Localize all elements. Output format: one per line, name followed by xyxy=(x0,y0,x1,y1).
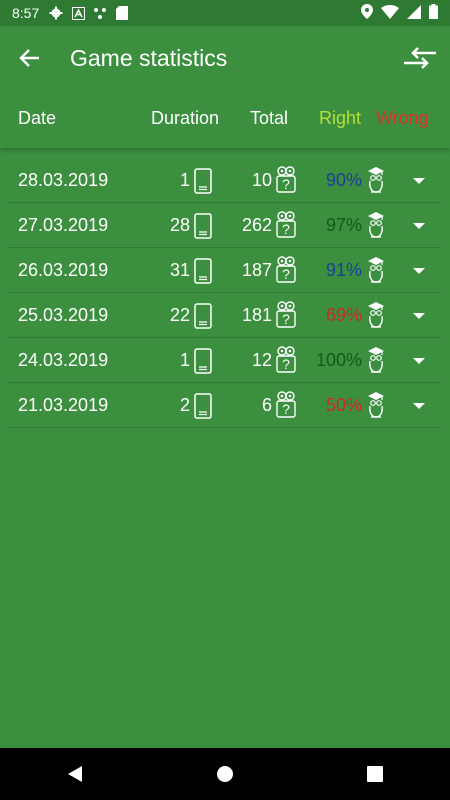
row-date: 26.03.2019 xyxy=(18,260,109,280)
row-date: 24.03.2019 xyxy=(18,350,109,370)
dots-icon xyxy=(93,6,107,20)
nav-bar xyxy=(0,748,450,800)
graduate-icon xyxy=(365,256,387,289)
signal-icon xyxy=(407,4,421,22)
triangle-back-icon xyxy=(68,766,82,782)
location-icon xyxy=(361,4,373,22)
swap-arrows-icon xyxy=(404,47,436,69)
app-bar: Game statistics xyxy=(0,26,450,90)
duration-icon xyxy=(194,348,212,379)
duration-icon xyxy=(194,393,212,424)
question-owl-icon: ? xyxy=(275,346,297,379)
row-percent: 50% xyxy=(325,395,362,415)
duration-icon xyxy=(194,303,212,334)
stats-list: 28.03.2019 1 10? 90% 27.03.2019 28 262? 97% 26.0… xyxy=(8,158,441,428)
duration-icon xyxy=(194,258,212,289)
duration-icon xyxy=(194,168,212,199)
graduate-icon xyxy=(365,166,387,199)
graduate-icon xyxy=(365,346,387,379)
question-owl-icon: ? xyxy=(275,391,297,424)
circle-home-icon xyxy=(217,766,233,782)
font-icon xyxy=(71,6,85,20)
status-bar: 8:57 xyxy=(0,0,450,26)
row-percent: 100% xyxy=(315,350,362,370)
svg-text:?: ? xyxy=(282,176,290,192)
expand-chevron-icon[interactable] xyxy=(408,305,430,327)
row-total: 187 xyxy=(241,260,272,280)
row-duration: 22 xyxy=(169,305,190,325)
question-owl-icon: ? xyxy=(275,211,297,244)
row-date: 21.03.2019 xyxy=(18,395,109,415)
row-total: 181 xyxy=(241,305,272,325)
graduate-icon xyxy=(365,301,387,334)
row-total: 10 xyxy=(251,170,272,190)
back-button[interactable] xyxy=(0,26,60,90)
question-owl-icon: ? xyxy=(275,256,297,289)
svg-text:?: ? xyxy=(282,401,290,417)
expand-chevron-icon[interactable] xyxy=(408,350,430,372)
stats-row[interactable]: 24.03.2019 1 12? 100% xyxy=(8,338,441,383)
stats-row[interactable]: 25.03.2019 22 181? 69% xyxy=(8,293,441,338)
svg-text:?: ? xyxy=(282,221,290,237)
header-date[interactable]: Date xyxy=(18,108,56,129)
header-total[interactable]: Total xyxy=(250,108,288,129)
nav-back-button[interactable] xyxy=(50,749,100,799)
stats-row[interactable]: 28.03.2019 1 10? 90% xyxy=(8,158,441,203)
row-date: 28.03.2019 xyxy=(18,170,109,190)
row-percent: 97% xyxy=(325,215,362,235)
expand-chevron-icon[interactable] xyxy=(408,170,430,192)
row-percent: 90% xyxy=(325,170,362,190)
row-date: 25.03.2019 xyxy=(18,305,109,325)
row-duration: 28 xyxy=(169,215,190,235)
row-duration: 1 xyxy=(179,170,190,190)
header-right[interactable]: Right xyxy=(319,108,361,129)
row-duration: 31 xyxy=(169,260,190,280)
expand-chevron-icon[interactable] xyxy=(408,395,430,417)
sd-card-icon xyxy=(115,6,129,20)
settings-icon xyxy=(49,6,63,20)
battery-icon xyxy=(429,4,438,22)
header-wrong[interactable]: Wrong xyxy=(376,108,429,129)
duration-icon xyxy=(194,213,212,244)
row-duration: 1 xyxy=(179,350,190,370)
svg-text:?: ? xyxy=(282,356,290,372)
row-percent: 91% xyxy=(325,260,362,280)
stats-row[interactable]: 27.03.2019 28 262? 97% xyxy=(8,203,441,248)
question-owl-icon: ? xyxy=(275,166,297,199)
graduate-icon xyxy=(365,391,387,424)
arrow-left-icon xyxy=(19,49,39,67)
status-time: 8:57 xyxy=(12,5,40,21)
stats-row[interactable]: 26.03.2019 31 187? 91% xyxy=(8,248,441,293)
nav-home-button[interactable] xyxy=(200,749,250,799)
swap-button[interactable] xyxy=(402,40,438,76)
svg-text:?: ? xyxy=(282,266,290,282)
graduate-icon xyxy=(365,211,387,244)
page-title: Game statistics xyxy=(70,44,228,71)
svg-text:?: ? xyxy=(282,311,290,327)
question-owl-icon: ? xyxy=(275,301,297,334)
expand-chevron-icon[interactable] xyxy=(408,215,430,237)
row-total: 6 xyxy=(261,395,272,415)
column-header: Date Duration Total Right Wrong xyxy=(0,90,450,148)
square-recents-icon xyxy=(367,766,383,782)
header-duration[interactable]: Duration xyxy=(151,108,219,129)
stats-row[interactable]: 21.03.2019 2 6? 50% xyxy=(8,383,441,428)
row-duration: 2 xyxy=(179,395,190,415)
expand-chevron-icon[interactable] xyxy=(408,260,430,282)
row-total: 262 xyxy=(241,215,272,235)
row-date: 27.03.2019 xyxy=(18,215,109,235)
wifi-icon xyxy=(381,4,399,22)
row-percent: 69% xyxy=(325,305,362,325)
row-total: 12 xyxy=(251,350,272,370)
nav-recents-button[interactable] xyxy=(350,749,400,799)
